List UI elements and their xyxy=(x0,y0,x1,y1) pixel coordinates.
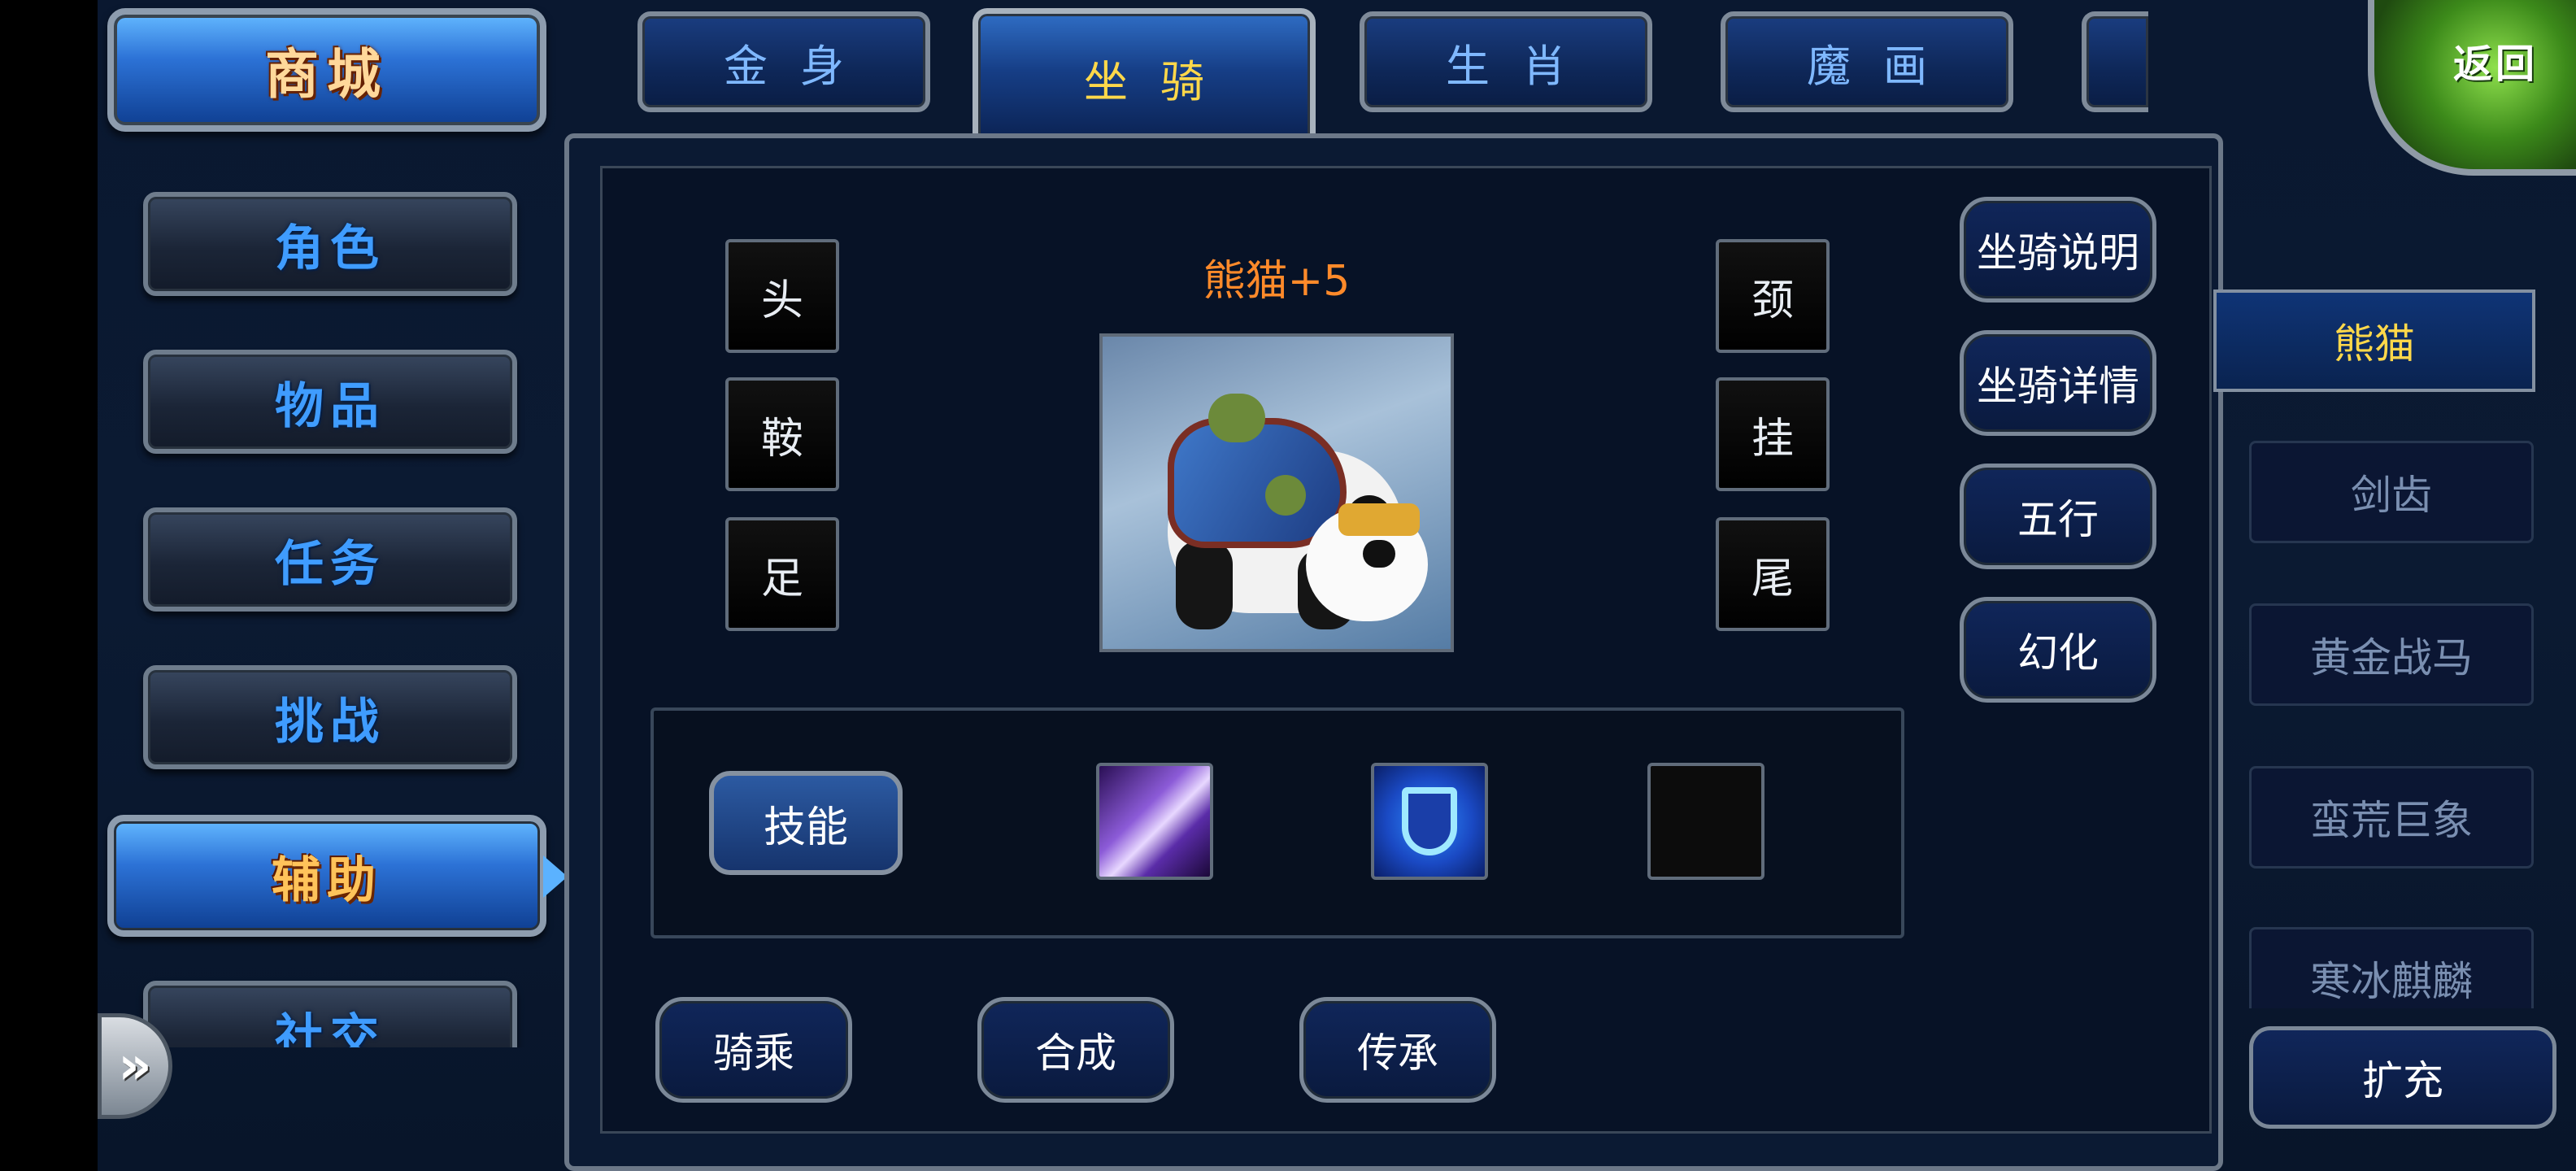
panda-crown-shape xyxy=(1338,503,1420,536)
inherit-button[interactable]: 传承 xyxy=(1299,997,1496,1103)
mount-list-overflow-clip: 寒冰麒麟 xyxy=(2212,927,2569,1008)
button-label: 幻化 xyxy=(2017,629,2099,677)
tab-label: 坐骑 xyxy=(1084,55,1237,107)
sidebar-item-label: 任务 xyxy=(275,535,385,593)
tab-label: 生肖 xyxy=(1446,40,1599,92)
mount-list-label: 寒冰麒麟 xyxy=(2310,958,2473,1005)
sidebar-item-items[interactable]: 物品 xyxy=(143,350,517,454)
slot-label: 颈 xyxy=(1751,276,1794,325)
tab-magic-painting[interactable]: 魔画 xyxy=(1721,11,2013,112)
slot-label: 鞍 xyxy=(760,414,803,464)
sidebar-item-label: 社交 xyxy=(275,1008,385,1048)
sidebar-item-label: 辅助 xyxy=(272,851,382,909)
back-label: 返回 xyxy=(2452,41,2538,87)
panda-log-shape xyxy=(1265,475,1306,516)
button-label: 传承 xyxy=(1357,1030,1438,1077)
panda-eye-shape xyxy=(1363,540,1395,568)
button-label: 坐骑详情 xyxy=(1977,363,2139,410)
mount-list-label: 熊猫 xyxy=(2334,320,2415,368)
mount-list-item[interactable]: 剑齿 xyxy=(2249,441,2534,543)
ride-button[interactable]: 骑乘 xyxy=(655,997,852,1103)
mount-list-label: 黄金战马 xyxy=(2310,634,2473,681)
slot-label: 挂 xyxy=(1751,414,1794,464)
mount-name: 熊猫+5 xyxy=(1122,244,1431,309)
sidebar-item-label: 物品 xyxy=(275,377,385,435)
equip-slot-foot[interactable]: 足 xyxy=(725,517,839,631)
mount-list-item-active[interactable]: 熊猫 xyxy=(2213,289,2535,392)
button-label: 骑乘 xyxy=(713,1030,794,1077)
button-label: 扩充 xyxy=(2362,1057,2443,1104)
store-button[interactable]: 商城 xyxy=(107,8,546,132)
slot-label: 头 xyxy=(760,276,803,325)
slot-label: 尾 xyxy=(1751,554,1794,603)
sidebar-item-label: 角色 xyxy=(275,220,385,277)
empty-skill-slot[interactable] xyxy=(1647,763,1764,880)
button-label: 合成 xyxy=(1035,1030,1116,1077)
tab-label: 金身 xyxy=(724,40,877,92)
mount-name-text: 熊猫+5 xyxy=(1203,256,1351,306)
mount-portrait xyxy=(1099,333,1454,652)
tab-mount[interactable]: 坐骑 xyxy=(973,8,1316,146)
expand-mount-list-button[interactable]: 扩充 xyxy=(2249,1026,2556,1129)
tab-golden-body[interactable]: 金身 xyxy=(637,11,930,112)
mount-list-label: 蛮荒巨象 xyxy=(2310,797,2473,844)
equip-slot-saddle[interactable]: 鞍 xyxy=(725,377,839,491)
transform-button[interactable]: 幻化 xyxy=(1960,597,2156,703)
blue-shield-skill-icon[interactable] xyxy=(1371,763,1488,880)
tab-label: 魔画 xyxy=(1807,40,1960,92)
button-label: 技能 xyxy=(763,803,848,852)
sidebar-item-social[interactable]: 社交 xyxy=(143,981,517,1047)
tab-partial-offscreen[interactable] xyxy=(2082,11,2148,112)
sidebar-item-label: 挑战 xyxy=(275,693,385,751)
sidebar-overflow-clip: 社交 xyxy=(98,974,585,1047)
combine-button[interactable]: 合成 xyxy=(977,997,1174,1103)
sidebar-item-quests[interactable]: 任务 xyxy=(143,507,517,612)
button-label: 五行 xyxy=(2017,496,2099,543)
equip-slot-head[interactable]: 头 xyxy=(725,239,839,353)
mount-list-label: 剑齿 xyxy=(2351,472,2432,519)
sidebar-item-assist[interactable]: 辅助 xyxy=(107,815,546,937)
mount-details-button[interactable]: 坐骑详情 xyxy=(1960,330,2156,436)
mount-list-item[interactable]: 黄金战马 xyxy=(2249,603,2534,706)
panda-log-shape xyxy=(1208,394,1265,442)
mount-list-item[interactable]: 蛮荒巨象 xyxy=(2249,766,2534,868)
store-label: 商城 xyxy=(265,43,389,106)
equip-slot-tail[interactable]: 尾 xyxy=(1716,517,1830,631)
mount-info-button[interactable]: 坐骑说明 xyxy=(1960,197,2156,303)
shield-icon xyxy=(1402,787,1457,855)
panda-leg-shape xyxy=(1176,540,1233,629)
tab-zodiac[interactable]: 生肖 xyxy=(1360,11,1652,112)
equip-slot-hang[interactable]: 挂 xyxy=(1716,377,1830,491)
double-chevron-right-icon: » xyxy=(118,1036,152,1096)
five-elements-button[interactable]: 五行 xyxy=(1960,464,2156,569)
mount-list-item[interactable]: 寒冰麒麟 xyxy=(2249,927,2534,1008)
sidebar-item-challenge[interactable]: 挑战 xyxy=(143,665,517,769)
slot-label: 足 xyxy=(760,554,803,603)
skills-button[interactable]: 技能 xyxy=(709,771,903,875)
purple-blade-skill-icon[interactable] xyxy=(1096,763,1213,880)
sidebar-item-character[interactable]: 角色 xyxy=(143,192,517,296)
equip-slot-neck[interactable]: 颈 xyxy=(1716,239,1830,353)
button-label: 坐骑说明 xyxy=(1977,229,2139,276)
